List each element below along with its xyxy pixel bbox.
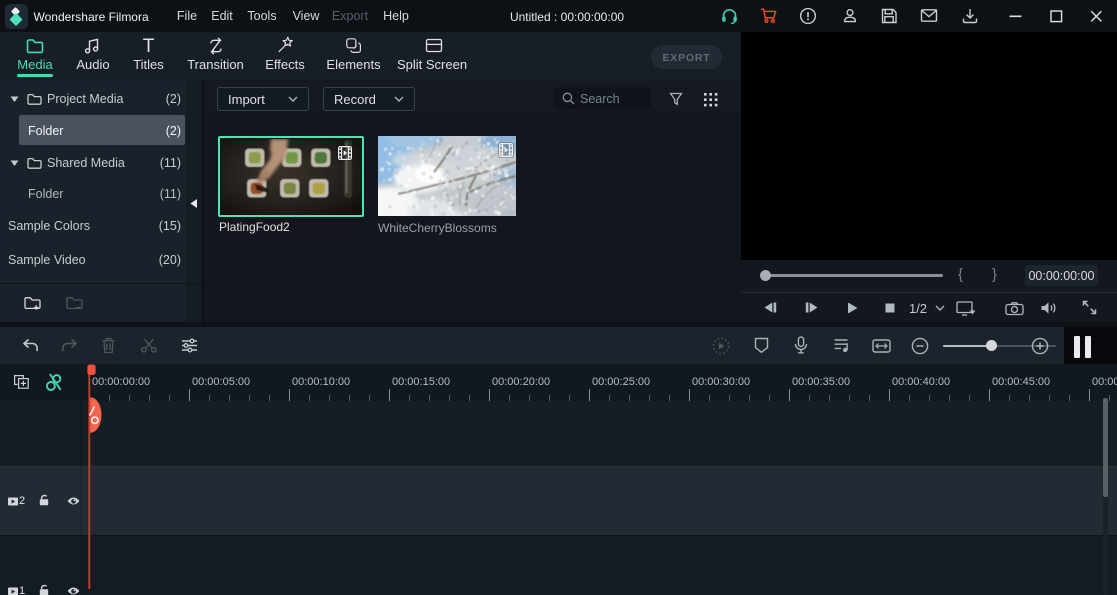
svg-text:00:00:10:00: 00:00:10:00 (292, 376, 350, 388)
svg-text:00:00:20:00: 00:00:20:00 (492, 376, 550, 388)
svg-text:00:00:25:00: 00:00:25:00 (592, 376, 650, 388)
svg-text:00:00:15:00: 00:00:15:00 (392, 376, 450, 388)
svg-text:00:00:40:00: 00:00:40:00 (892, 376, 950, 388)
svg-text:00:00:50:00: 00:00:50:00 (1092, 376, 1117, 388)
svg-text:00:00:30:00: 00:00:30:00 (692, 376, 750, 388)
svg-text:00:00:35:00: 00:00:35:00 (792, 376, 850, 388)
svg-text:00:00:05:00: 00:00:05:00 (192, 376, 250, 388)
svg-text:00:00:45:00: 00:00:45:00 (992, 376, 1050, 388)
